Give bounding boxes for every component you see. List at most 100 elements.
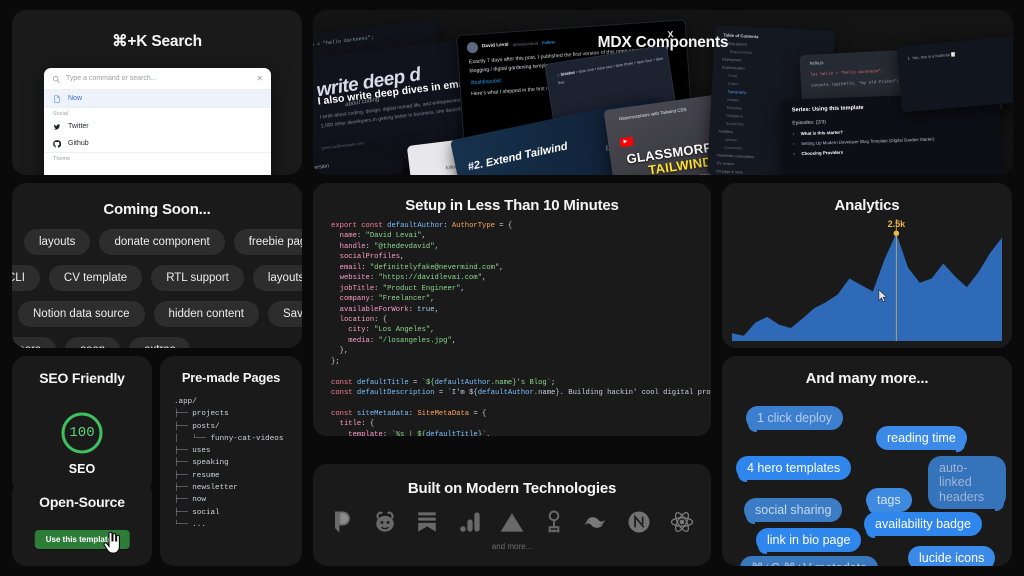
tree-item[interactable]: ├── newsletter — [174, 482, 283, 494]
glass-label: Glassmorphism with Tailwind CSS — [618, 106, 687, 122]
setup-title: Setup in Less Than 10 Minutes — [405, 197, 619, 214]
feature-bubble[interactable]: social sharing — [744, 498, 843, 525]
code-line: const siteMetadata: SiteMetaData = { — [331, 409, 487, 418]
search-icon — [52, 75, 60, 83]
tree-item[interactable]: └── ... — [174, 519, 283, 531]
open-source-card: Open-Source Use this template ▾ — [12, 480, 152, 566]
github-icon — [53, 139, 61, 148]
youtube-play-icon — [619, 136, 634, 148]
code-line: email: "definitelyfake@nevermind.com", — [339, 263, 504, 272]
chip[interactable]: hidden content — [153, 301, 259, 327]
search-input[interactable]: Type a command or search... — [66, 75, 250, 82]
umami-icon — [549, 510, 560, 533]
code-line: title: { — [339, 420, 375, 429]
cmdk-item-label: Now — [68, 95, 83, 102]
chip[interactable]: Notion data source — [18, 301, 145, 327]
chip-row: Notion data source hidden content Save — [18, 301, 302, 327]
chip[interactable]: layouts — [24, 229, 91, 255]
tree-item[interactable]: ├── uses — [174, 445, 283, 457]
write-deep-heading: write deep d — [315, 64, 423, 102]
chip[interactable]: Save — [268, 301, 302, 327]
open-source-title: Open-Source — [39, 494, 125, 510]
chip-row: more soon extras — [12, 337, 302, 348]
tree-item[interactable]: ├── now — [174, 494, 283, 506]
file-icon — [54, 94, 60, 103]
feature-bubble[interactable]: link in bio page — [756, 528, 862, 555]
tree-root: .app/ — [174, 398, 197, 406]
tree-item[interactable]: ├── posts/ — [174, 421, 283, 433]
contentlayer-icon — [418, 512, 436, 532]
code-line: template: `%s | ${defaultTitle}`, — [348, 430, 491, 436]
code-line: const defaultTitle = `${defaultAuthor.na… — [331, 378, 556, 387]
and-many-more-card: And many more... 1 click deploy reading t… — [722, 356, 1012, 566]
feature-bubble[interactable]: auto-linked headers — [928, 456, 1006, 512]
cmdk-title: ⌘+K Search — [112, 33, 202, 50]
feature-bubble[interactable]: 1 click deploy — [746, 406, 844, 433]
version-label: first version — [313, 163, 330, 172]
code-line: media: "/losangeles.jpg", — [348, 336, 457, 345]
chip[interactable]: layouts — [252, 265, 302, 291]
feature-bubble[interactable]: reading time — [876, 426, 967, 453]
feature-bubble[interactable]: lucide icons — [908, 546, 996, 566]
chip[interactable]: extras — [129, 337, 191, 348]
chip[interactable]: RTL support — [151, 265, 244, 291]
mouse-cursor-icon — [878, 289, 888, 303]
cmdk-item-twitter[interactable]: Twitter — [44, 118, 271, 135]
analytics-chart[interactable]: 2.5k — [732, 219, 1002, 341]
seo-score: 100 — [69, 425, 95, 441]
cmdk-item-now[interactable]: Now — [44, 90, 271, 107]
setup-code-card: Setup in Less Than 10 Minutes export con… — [313, 183, 711, 436]
cmdk-section-theme: Theme — [44, 152, 271, 163]
code-line: const defaultDescription = `I'm ${defaul… — [331, 389, 711, 397]
seo-card: SEO Friendly 100 SEO — [12, 356, 152, 494]
cmdk-item-label: Github — [68, 140, 89, 147]
footnote-text: 1. Yep, this is a footnote 📝 — [907, 51, 957, 61]
pages-title: Pre-made Pages — [181, 370, 281, 385]
seo-label: SEO — [68, 462, 96, 476]
coming-soon-card: Coming Soon... layouts donate component … — [12, 183, 302, 348]
code-line: jobTitle: "Product Engineer", — [339, 284, 465, 293]
analytics-title: Analytics — [834, 197, 900, 214]
code-line: }; — [331, 357, 340, 366]
close-icon[interactable]: ✕ — [256, 74, 263, 83]
feature-bubble[interactable]: 4 hero templates — [736, 456, 852, 483]
feature-bubble[interactable]: ⌘+C ⌘+V metadata — [740, 556, 879, 566]
code-line: city: "Los Angeles", — [348, 326, 435, 335]
many-more-title: And many more... — [805, 370, 929, 387]
feature-bubble[interactable]: availability badge — [864, 512, 982, 539]
area-chart-svg — [732, 219, 1002, 341]
cmdk-search-card: ⌘+K Search Type a command or search... ✕… — [12, 10, 302, 175]
code-line: export const defaultAuthor: AuthorType =… — [331, 222, 513, 230]
seo-gauge: 100 — [60, 411, 104, 455]
feature-bubble-list: 1 click deploy reading time auto-linked he… — [728, 394, 1006, 566]
and-more-label: and more... — [491, 542, 533, 551]
tree-item[interactable]: ├── social — [174, 507, 283, 519]
tree-item[interactable]: ├── speaking — [174, 457, 283, 469]
command-palette[interactable]: Type a command or search... ✕ Now Social… — [44, 68, 271, 175]
chip[interactable]: CV template — [48, 265, 143, 291]
cmdk-section-social: Social — [44, 107, 271, 118]
cmdk-input-row[interactable]: Type a command or search... ✕ — [44, 68, 271, 90]
cmdk-item-github[interactable]: Github — [44, 135, 271, 152]
chip[interactable]: freebie page — [233, 229, 302, 255]
chip[interactable]: soon — [65, 337, 121, 348]
tech-title: Built on Modern Technologies — [407, 480, 617, 497]
analytics-card: Analytics 2.5k — [722, 183, 1012, 348]
showcase-page: ⌘+K Search Type a command or search... ✕… — [0, 0, 1024, 576]
tech-stack-card: Built on Modern Technologies and more... — [313, 464, 711, 566]
code-line: website: "https://davidlevai.com", — [339, 274, 487, 283]
feature-bubble[interactable]: tags — [866, 488, 912, 515]
tree-item[interactable]: │ └── funny-cat-videos — [174, 433, 283, 445]
code-line: availableForWork: true, — [339, 305, 439, 314]
mdx-components-card: MDX Components hello = "hello darkness";… — [313, 10, 1013, 175]
chart-highlight-dot — [893, 230, 900, 237]
tree-item[interactable]: ├── projects — [174, 408, 283, 420]
tree-item[interactable]: ├── resume — [174, 470, 283, 482]
google-analytics-icon — [459, 512, 480, 532]
chip[interactable]: CLI — [12, 265, 40, 291]
chip[interactable]: donate component — [99, 229, 225, 255]
chip-row: layouts donate component freebie page — [24, 229, 302, 255]
seo-title: SEO Friendly — [39, 370, 125, 386]
chip[interactable]: more — [12, 337, 57, 348]
